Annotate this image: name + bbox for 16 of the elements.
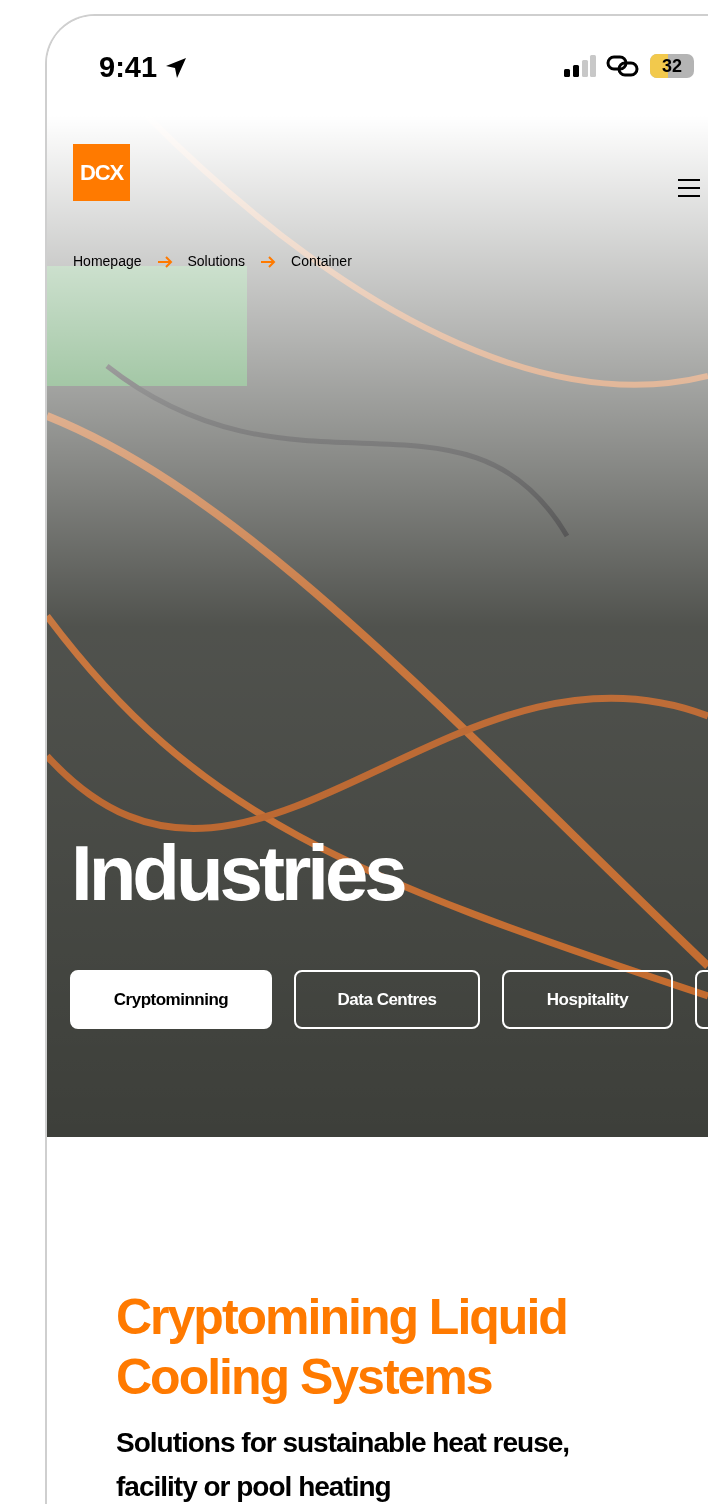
section-title: Cryptomining Liquid Cooling Systems <box>116 1288 568 1407</box>
status-time: 9:41 <box>99 50 158 85</box>
section-subtitle: Solutions for sustainable heat reuse, facility or pool heating <box>116 1426 571 1504</box>
arrow-icon <box>260 255 277 268</box>
industry-tab[interactable]: Data Centres <box>294 970 480 1029</box>
breadcrumb-link[interactable]: Container <box>291 251 352 272</box>
link-icon <box>606 54 640 78</box>
location-arrow-icon <box>165 56 188 79</box>
industry-tab[interactable]: Cryptominning <box>70 970 272 1029</box>
breadcrumb-link[interactable]: Solutions <box>187 251 246 272</box>
menu-icon[interactable] <box>677 179 701 197</box>
breadcrumb-link[interactable]: Homepage <box>73 251 142 272</box>
signal-icon <box>564 55 596 77</box>
arrow-icon <box>156 255 173 268</box>
industry-tab[interactable]: Hospitality <box>502 970 673 1029</box>
hero-title: Industries <box>71 834 404 912</box>
